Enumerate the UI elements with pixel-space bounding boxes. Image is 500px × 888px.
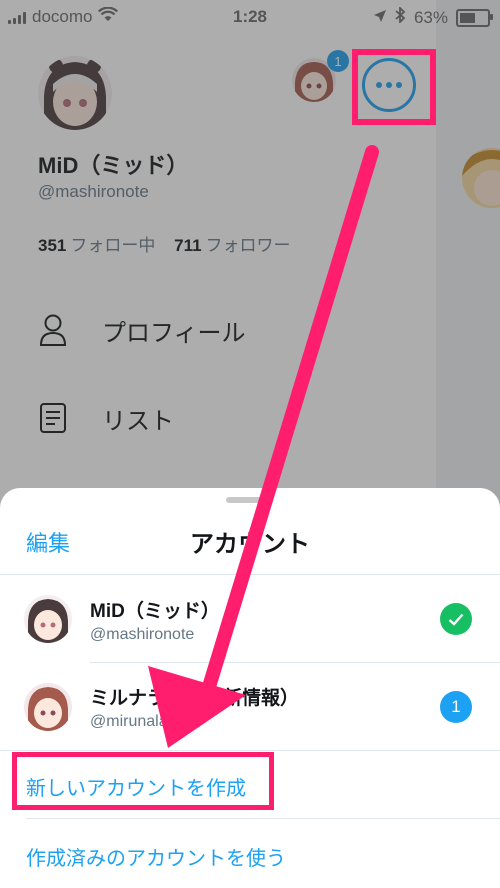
sheet-title: アカウント	[190, 531, 310, 558]
account-row[interactable]: ミルナラボ（最新情報） @mirunalabo 1	[0, 663, 500, 750]
battery-percent: 63%	[413, 7, 448, 27]
sheet-grabber[interactable]	[226, 497, 272, 503]
account-avatar	[24, 683, 72, 731]
unread-count-badge: 1	[440, 691, 472, 723]
account-handle: @mirunalabo	[90, 713, 186, 730]
battery-icon	[456, 8, 493, 27]
status-right-group: 63%	[373, 5, 493, 28]
account-name: MiD（ミッド）	[90, 601, 220, 622]
bluetooth-icon	[395, 5, 406, 28]
divider	[26, 818, 500, 819]
more-button-highlight-box	[352, 49, 436, 125]
create-account-highlight-box	[12, 752, 274, 810]
account-row[interactable]: MiD（ミッド） @mashironote	[0, 575, 500, 662]
location-icon	[373, 8, 387, 28]
account-avatar	[24, 595, 72, 643]
divider	[0, 750, 500, 751]
checkmark-icon	[440, 603, 472, 635]
account-sheet: 編集 アカウント MiD（ミッド） @mashironote ミルナラボ（最新情…	[0, 488, 500, 888]
account-handle: @mashironote	[90, 626, 195, 643]
use-existing-account-link[interactable]: 作成済みのアカウントを使う	[26, 842, 286, 871]
status-bar: docomo 1:28 63%	[0, 0, 500, 36]
account-name: ミルナラボ（最新情報）	[90, 688, 300, 709]
